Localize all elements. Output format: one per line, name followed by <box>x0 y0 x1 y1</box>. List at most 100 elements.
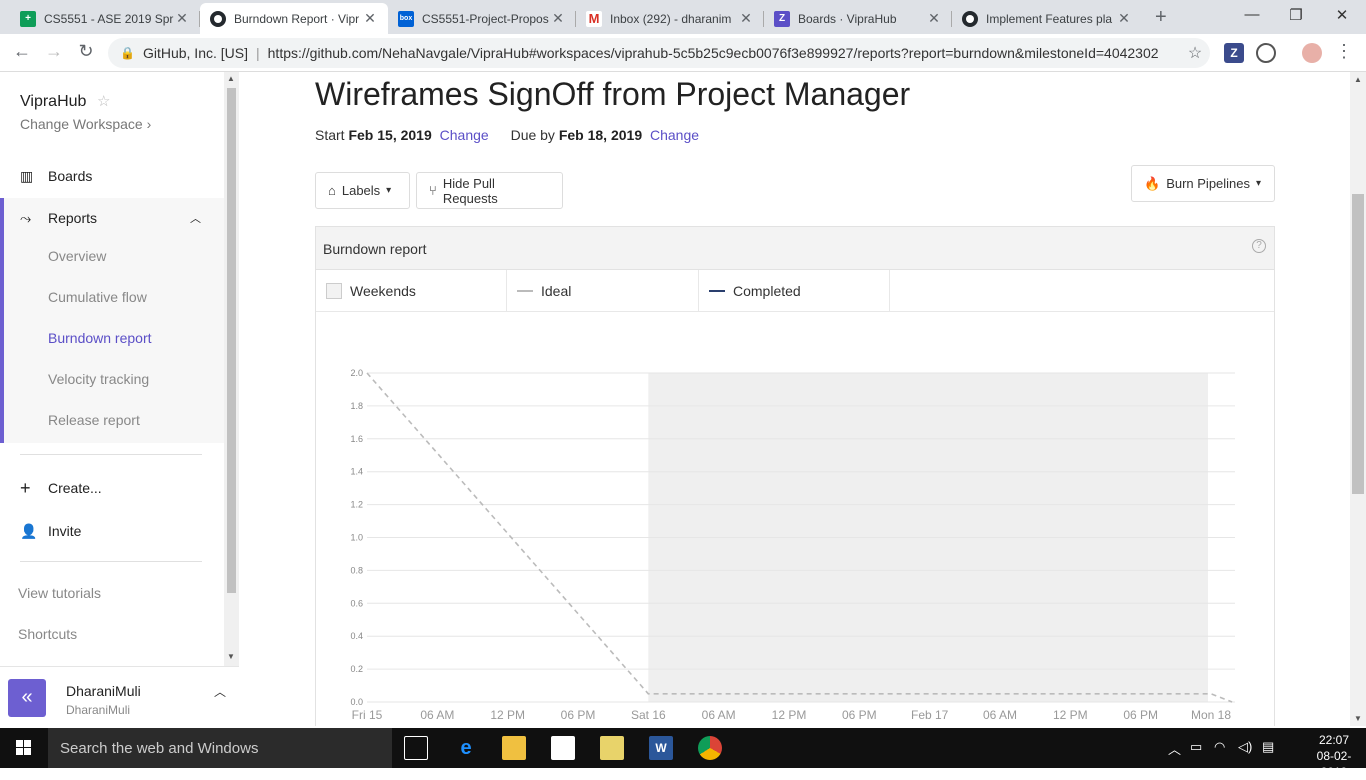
notifications-icon[interactable]: ▤ <box>1262 739 1274 755</box>
milestone-dates: Start Feb 15, 2019 Change Due by Feb 18,… <box>315 127 699 143</box>
taskbar-search[interactable]: Search the web and Windows <box>48 728 392 768</box>
sidebar-item-overview[interactable]: Overview <box>48 248 106 264</box>
forward-button[interactable]: → <box>42 41 66 62</box>
tab-title: Burndown Report · Vipr <box>234 11 360 26</box>
sidebar-item-burndown-report[interactable]: Burndown report <box>48 330 152 346</box>
sidebar-item-release-report[interactable]: Release report <box>48 412 140 428</box>
site-identity[interactable]: GitHub, Inc. [US] <box>143 45 248 61</box>
change-start-link[interactable]: Change <box>440 127 489 143</box>
legend-ideal[interactable]: Ideal <box>507 270 699 312</box>
close-icon[interactable]: ✕ <box>174 10 190 27</box>
battery-icon[interactable]: ▭ <box>1190 739 1202 755</box>
browser-tabstrip: + CS5551 - ASE 2019 Spr ✕ Burndown Repor… <box>0 0 1366 34</box>
browser-tab[interactable]: + CS5551 - ASE 2019 Spr ✕ <box>10 3 200 34</box>
reload-button[interactable]: ↻ <box>74 41 98 62</box>
sidebar-scrollbar[interactable]: ▲ ▼ <box>224 72 239 666</box>
taskbar-clock[interactable]: 22:07 08-02-2019 <box>1306 732 1362 780</box>
legend-weekends[interactable]: Weekends <box>316 270 507 312</box>
clock-date: 08-02-2019 <box>1316 749 1352 779</box>
user-name[interactable]: DharaniMuli <box>66 683 141 699</box>
sidebar: VipraHub ☆ Change Workspace › ▥ Boards ⤳… <box>0 72 239 726</box>
divider <box>20 454 202 455</box>
github-icon <box>962 10 978 27</box>
reports-section: ⤳ Reports ︿ Overview Cumulative flow Bur… <box>0 198 224 443</box>
browser-tab[interactable]: M Inbox (292) - dharanim ✕ <box>576 3 764 34</box>
tab-title: Boards · VipraHub <box>798 11 897 26</box>
chevron-down-icon: ▾ <box>386 185 392 196</box>
legend-completed[interactable]: Completed <box>699 270 890 312</box>
chart-legend: Weekends Ideal Completed <box>316 270 1274 312</box>
url-text[interactable]: https://github.com/NehaNavgale/VipraHub#… <box>268 45 1180 61</box>
zenhub-icon: Z <box>774 10 790 27</box>
checkbox[interactable] <box>326 283 342 299</box>
legend-label: Weekends <box>350 283 416 299</box>
page-scrollbar[interactable]: ▲ ▼ <box>1350 72 1366 726</box>
completed-line-swatch <box>709 290 725 292</box>
chrome-icon[interactable] <box>698 736 722 760</box>
wifi-icon[interactable]: ◠ <box>1214 739 1225 755</box>
lock-icon: 🔒 <box>120 46 135 60</box>
hide-pull-requests-button[interactable]: ⑂ Hide Pull Requests <box>416 172 563 209</box>
close-icon[interactable]: ✕ <box>550 10 566 27</box>
y-tick-label: 0.6 <box>350 598 363 608</box>
close-icon[interactable]: ✕ <box>1116 10 1132 27</box>
restore-button[interactable]: ❐ <box>1284 6 1308 24</box>
workspace-name[interactable]: VipraHub <box>20 93 86 111</box>
start-button[interactable] <box>0 728 48 768</box>
browser-tab[interactable]: box CS5551-Project-Propos ✕ <box>388 3 576 34</box>
close-icon[interactable]: ✕ <box>926 10 942 27</box>
y-tick-label: 2.0 <box>350 368 363 378</box>
burndown-chart: 2.0 1.8 1.6 1.4 1.2 1.0 0.8 0.6 0.4 0.2 0.0Fri 15 0… <box>350 368 1235 722</box>
change-due-link[interactable]: Change <box>650 127 699 143</box>
close-window-button[interactable]: ✕ <box>1330 6 1354 24</box>
view-tutorials-link[interactable]: View tutorials <box>18 585 101 601</box>
collapse-sidebar-button[interactable]: « <box>8 679 46 717</box>
help-icon[interactable]: ? <box>1252 239 1266 253</box>
sidebar-item-reports[interactable]: ⤳ Reports ︿ <box>0 198 224 238</box>
chevron-up-icon[interactable]: ︿ <box>214 683 226 700</box>
minimize-button[interactable]: — <box>1240 6 1264 23</box>
edge-icon[interactable]: e <box>454 736 478 760</box>
burn-pipelines-button[interactable]: 🔥 Burn Pipelines ▾ <box>1131 165 1275 202</box>
browser-tab-active[interactable]: Burndown Report · Vipr ✕ <box>200 3 388 34</box>
labels-button[interactable]: ⌂ Labels ▾ <box>315 172 410 209</box>
task-view-icon[interactable] <box>404 736 428 760</box>
word-icon[interactable]: W <box>649 736 673 760</box>
sidebar-item-velocity-tracking[interactable]: Velocity tracking <box>48 371 149 387</box>
main-content: Wireframes SignOff from Project Manager … <box>240 72 1350 726</box>
star-icon[interactable]: ☆ <box>97 92 110 110</box>
labels-label: Labels <box>341 183 381 198</box>
close-icon[interactable]: ✕ <box>362 10 378 27</box>
sidebar-item-boards[interactable]: ▥ Boards <box>0 156 224 196</box>
tag-icon: ⌂ <box>328 183 336 198</box>
invite-button[interactable]: 👤 Invite <box>0 511 224 551</box>
create-button[interactable]: + Create... <box>0 468 224 508</box>
browser-tab[interactable]: Implement Features pla ✕ <box>952 3 1142 34</box>
menu-icon[interactable]: ⋮ <box>1332 41 1356 62</box>
new-tab-button[interactable]: + <box>1155 6 1167 29</box>
profile-avatar[interactable] <box>1302 43 1322 63</box>
extension-icon[interactable] <box>1256 43 1276 63</box>
zenhub-extension-icon[interactable]: Z <box>1224 43 1244 63</box>
bookmark-star-icon[interactable]: ☆ <box>1180 43 1210 63</box>
chevron-up-icon[interactable]: ︿ <box>190 210 201 226</box>
x-tick-label: Fri 15 <box>352 708 383 722</box>
browser-tab[interactable]: Z Boards · VipraHub ✕ <box>764 3 952 34</box>
divider <box>20 561 202 562</box>
sheets-icon: + <box>20 10 36 27</box>
file-explorer-icon[interactable] <box>502 736 526 760</box>
back-button[interactable]: ← <box>10 41 34 62</box>
legend-label: Completed <box>733 283 801 299</box>
store-icon[interactable] <box>551 736 575 760</box>
y-tick-label: 0.4 <box>350 631 363 641</box>
close-icon[interactable]: ✕ <box>738 10 754 27</box>
y-tick-label: 1.6 <box>350 434 363 444</box>
x-tick-label: 06 AM <box>983 708 1017 722</box>
address-bar[interactable]: 🔒 GitHub, Inc. [US] | https://github.com… <box>108 38 1210 68</box>
shortcuts-link[interactable]: Shortcuts <box>18 626 77 642</box>
chevron-up-icon[interactable]: ︿ <box>1168 739 1181 758</box>
change-workspace-link[interactable]: Change Workspace › <box>20 116 151 132</box>
volume-icon[interactable]: ◁) <box>1238 739 1252 755</box>
sidebar-item-cumulative-flow[interactable]: Cumulative flow <box>48 289 147 305</box>
sticky-notes-icon[interactable] <box>600 736 624 760</box>
